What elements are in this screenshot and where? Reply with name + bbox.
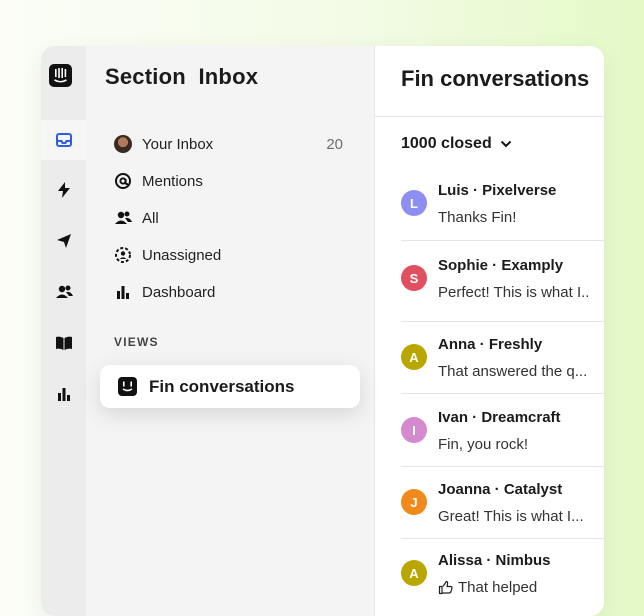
inbox-icon[interactable]: [41, 120, 86, 160]
contact-name: Anna · Freshly: [438, 336, 543, 353]
icon-rail: [41, 46, 86, 616]
message-preview: Fin, you rock!: [438, 436, 529, 453]
nav-item-label: Unassigned: [142, 246, 222, 264]
reports-icon[interactable]: [41, 374, 86, 414]
bar-chart-icon: [113, 282, 133, 302]
view-label: Fin conversations: [149, 376, 295, 396]
send-icon[interactable]: [41, 221, 86, 261]
message-preview: Great! This is what I...: [438, 508, 584, 525]
contact-avatar: J: [401, 489, 427, 515]
view-fin-conversations[interactable]: Fin conversations: [100, 365, 360, 408]
contacts-icon[interactable]: [41, 272, 86, 312]
message-preview: That answered the q...: [438, 363, 588, 380]
list-title: Fin conversations: [401, 66, 590, 91]
contact-avatar: S: [401, 265, 427, 291]
conversation-list-panel: Fin conversations 1000 closed L Luis · P…: [374, 46, 604, 616]
inbox-count: 20: [326, 135, 343, 153]
unassigned-icon: [113, 245, 133, 265]
users-icon: [113, 208, 133, 228]
thumbs-up-icon: [438, 580, 453, 595]
views-heading: VIEWS: [114, 335, 159, 349]
app-window: Section Inbox Your Inbox 20 Mentions All…: [41, 46, 604, 616]
message-preview: That helped: [438, 579, 537, 596]
nav-item-mentions[interactable]: Mentions: [113, 169, 353, 193]
contact-avatar: A: [401, 560, 427, 586]
nav-item-your-inbox[interactable]: Your Inbox 20: [113, 132, 353, 156]
contact-name: Alissa · Nimbus: [438, 552, 551, 569]
nav-item-label: All: [142, 209, 159, 227]
conversation-item[interactable]: A Alissa · Nimbus That helped: [401, 552, 604, 612]
section-title: Section Inbox: [105, 64, 259, 89]
fin-bot-icon: [118, 377, 137, 396]
nav-item-label: Dashboard: [142, 283, 216, 301]
inbox-nav-panel: Section Inbox Your Inbox 20 Mentions All…: [86, 46, 374, 616]
contact-avatar: A: [401, 344, 427, 370]
contact-avatar: L: [401, 190, 427, 216]
at-icon: [113, 171, 133, 191]
user-avatar-icon: [113, 134, 133, 154]
message-preview: Thanks Fin!: [438, 209, 517, 226]
nav-item-label: Mentions: [142, 172, 203, 190]
nav-item-label: Your Inbox: [142, 135, 214, 153]
book-icon[interactable]: [41, 323, 86, 363]
status-filter-dropdown[interactable]: 1000 closed: [401, 135, 512, 153]
contact-name: Sophie · Examply: [438, 257, 564, 274]
conversation-item[interactable]: S Sophie · Examply Perfect! This is what…: [401, 257, 604, 322]
message-text: That helped: [458, 579, 538, 596]
contact-avatar: I: [401, 417, 427, 443]
nav-item-all[interactable]: All: [113, 206, 353, 230]
conversation-item[interactable]: I Ivan · Dreamcraft Fin, you rock!: [401, 409, 604, 467]
list-header: Fin conversations: [375, 46, 604, 117]
chevron-down-icon: [500, 135, 512, 153]
lightning-icon[interactable]: [41, 170, 86, 210]
message-preview: Perfect! This is what I..: [438, 284, 590, 301]
intercom-logo-icon[interactable]: [49, 64, 72, 87]
conversation-item[interactable]: J Joanna · Catalyst Great! This is what …: [401, 481, 604, 539]
contact-name: Ivan · Dreamcraft: [438, 409, 561, 426]
nav-item-dashboard[interactable]: Dashboard: [113, 280, 353, 304]
conversation-item[interactable]: L Luis · Pixelverse Thanks Fin!: [401, 182, 604, 241]
conversation-item[interactable]: A Anna · Freshly That answered the q...: [401, 336, 604, 394]
contact-name: Luis · Pixelverse: [438, 182, 557, 199]
nav-item-unassigned[interactable]: Unassigned: [113, 243, 353, 267]
contact-name: Joanna · Catalyst: [438, 481, 563, 498]
filter-label: 1000 closed: [401, 135, 492, 152]
